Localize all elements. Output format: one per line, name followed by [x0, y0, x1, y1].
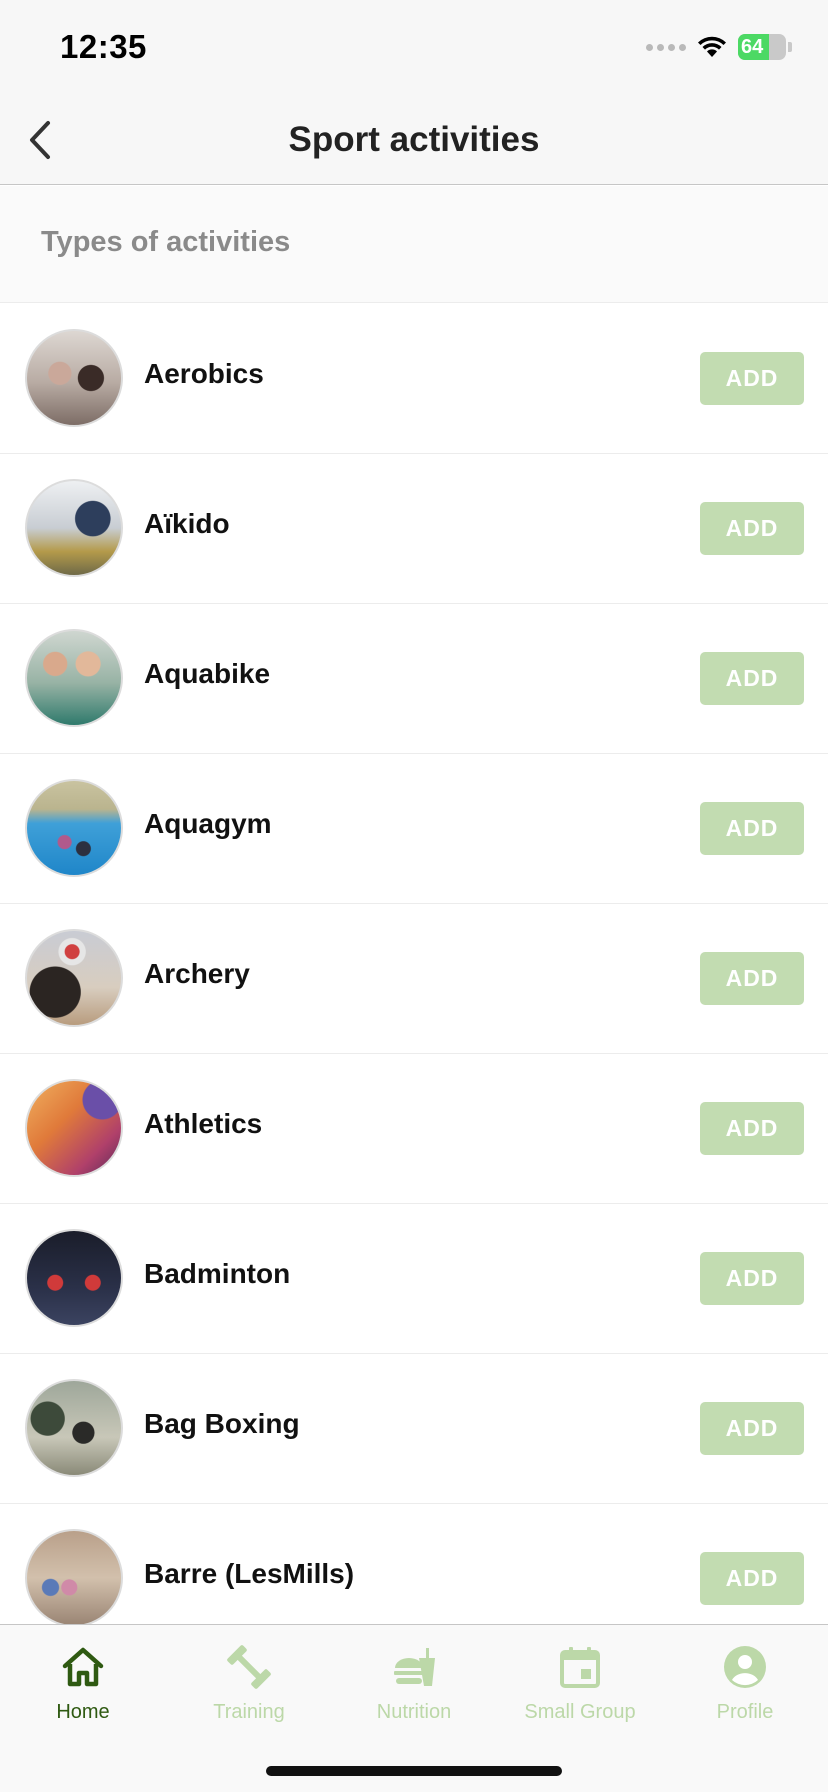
nutrition-icon [390, 1643, 438, 1691]
add-button[interactable]: ADD [700, 952, 804, 1005]
section-title: Types of activities [41, 226, 291, 258]
activity-name: Badminton [144, 1258, 291, 1289]
activity-photo [25, 929, 123, 1027]
list-item-bag-boxing[interactable]: Bag Boxing ADD [0, 1354, 828, 1504]
add-button[interactable]: ADD [700, 1402, 804, 1455]
list-item-aikido[interactable]: Aïkido ADD [0, 454, 828, 604]
activity-photo [25, 1529, 123, 1624]
tab-profile[interactable]: Profile [662, 1643, 828, 1743]
activity-photo [25, 779, 123, 877]
tab-small-group[interactable]: Small Group [497, 1643, 663, 1743]
battery-cap [788, 42, 792, 52]
tab-label: Home [56, 1701, 110, 1723]
activity-photo [25, 1229, 123, 1327]
tab-label: Training [213, 1701, 285, 1723]
list-item-barre[interactable]: Barre (LesMills) ADD [0, 1504, 828, 1624]
calendar-icon [556, 1643, 604, 1691]
add-button[interactable]: ADD [700, 1552, 804, 1605]
add-button[interactable]: ADD [700, 1102, 804, 1155]
wifi-icon [698, 36, 726, 57]
activity-name: Barre (LesMills) [144, 1558, 355, 1589]
battery-level: 64 [741, 35, 764, 58]
add-button[interactable]: ADD [700, 652, 804, 705]
page-title: Sport activities [288, 120, 540, 159]
home-icon [59, 1643, 107, 1691]
activity-name: Aerobics [144, 358, 264, 389]
activity-name: Bag Boxing [144, 1408, 300, 1439]
activity-photo [25, 629, 123, 727]
activity-name: Athletics [144, 1108, 263, 1139]
list-item-aerobics[interactable]: Aerobics ADD [0, 304, 828, 454]
list-item-badminton[interactable]: Badminton ADD [0, 1204, 828, 1354]
activity-photo [25, 1379, 123, 1477]
add-button[interactable]: ADD [700, 1252, 804, 1305]
add-button[interactable]: ADD [700, 802, 804, 855]
nav-header: Sport activities [0, 96, 828, 185]
tab-label: Small Group [524, 1701, 636, 1723]
list-item-archery[interactable]: Archery ADD [0, 904, 828, 1054]
list-item-aquabike[interactable]: Aquabike ADD [0, 604, 828, 754]
cellular-signal-icon [646, 43, 686, 51]
add-button[interactable]: ADD [700, 352, 804, 405]
home-indicator [266, 1766, 562, 1776]
status-time: 12:35 [60, 28, 147, 65]
dumbbell-icon [225, 1643, 273, 1691]
profile-icon [721, 1643, 769, 1691]
status-bar: 12:35 64 [0, 0, 828, 96]
activity-photo [25, 329, 123, 427]
section-header: Types of activities [0, 186, 828, 303]
activity-photo [25, 479, 123, 577]
list-item-athletics[interactable]: Athletics ADD [0, 1054, 828, 1204]
list-item-aquagym[interactable]: Aquagym ADD [0, 754, 828, 904]
add-button[interactable]: ADD [700, 502, 804, 555]
tab-label: Profile [716, 1701, 774, 1723]
tab-training[interactable]: Training [166, 1643, 332, 1743]
tab-nutrition[interactable]: Nutrition [331, 1643, 497, 1743]
tab-home[interactable]: Home [0, 1643, 166, 1743]
activity-name: Aquagym [144, 808, 272, 839]
activity-photo [25, 1079, 123, 1177]
status-indicators: 64 [646, 34, 792, 60]
activity-list[interactable]: Aerobics ADD Aïkido ADD Aquabike ADD Aqu… [0, 304, 828, 1624]
activity-name: Aquabike [144, 658, 271, 689]
activity-name: Aïkido [144, 508, 230, 539]
tab-label: Nutrition [376, 1701, 452, 1723]
battery-icon: 64 [738, 34, 786, 60]
activity-name: Archery [144, 958, 250, 989]
